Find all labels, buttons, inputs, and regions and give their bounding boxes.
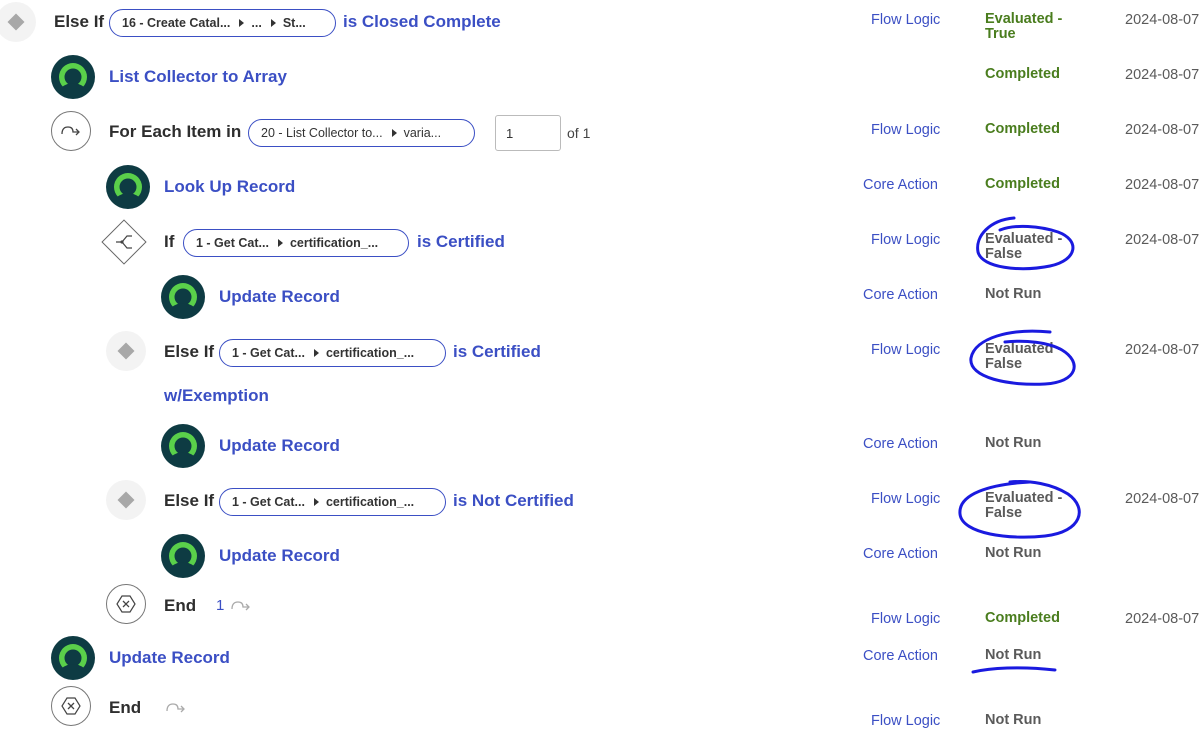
loop-icon <box>230 599 252 618</box>
step-type: Flow Logic <box>871 491 941 507</box>
step-type: Core Action <box>863 177 938 193</box>
step-type: Flow Logic <box>871 611 941 627</box>
caret-right-icon <box>313 498 319 506</box>
condition-data-pill[interactable]: 1 - Get Cat... certification_... <box>219 488 446 516</box>
user-circle-icon <box>161 534 205 578</box>
condition-text-continued: w/Exemption <box>164 386 269 405</box>
condition-text: is Closed Complete <box>343 12 501 31</box>
condition-text: is Certified <box>417 232 505 251</box>
annotation-underline <box>971 666 1057 674</box>
step-type: Flow Logic <box>871 122 941 138</box>
step-status: Not Run <box>985 435 1042 451</box>
step-name-link[interactable]: Update Record <box>219 546 340 566</box>
condition-text: is Certified <box>453 342 541 361</box>
condition-data-pill[interactable]: 1 - Get Cat... certification_... <box>183 229 409 257</box>
branch-icon <box>113 231 135 258</box>
user-circle-icon <box>161 424 205 468</box>
loop-data-pill[interactable]: 20 - List Collector to... varia... <box>248 119 475 147</box>
end-x-icon <box>51 686 91 726</box>
step-name-link[interactable]: Update Record <box>109 648 230 668</box>
step-status: Completed <box>985 66 1060 82</box>
user-circle-icon <box>51 55 95 99</box>
step-status: Evaluated - False <box>985 341 1063 372</box>
step-name-link[interactable]: Update Record <box>219 436 340 456</box>
step-date: 2024-08-07 <box>1125 67 1200 83</box>
if-label: If <box>164 232 175 251</box>
else-if-label: Else If <box>164 342 215 361</box>
loop-count: 1 <box>216 597 225 614</box>
condition-data-pill[interactable]: 1 - Get Cat... certification_... <box>219 339 446 367</box>
condition-text: is Not Certified <box>453 491 574 510</box>
else-if-diamond-icon <box>0 2 36 42</box>
step-date: 2024-08-07 <box>1125 611 1200 627</box>
loop-icon <box>51 111 91 151</box>
iteration-input[interactable] <box>495 115 561 151</box>
step-type: Core Action <box>863 287 938 303</box>
step-type: Core Action <box>863 546 938 562</box>
caret-right-icon <box>277 239 283 247</box>
caret-right-icon <box>391 129 397 137</box>
step-status: Not Run <box>985 712 1042 728</box>
step-status: Completed <box>985 176 1060 192</box>
step-type: Flow Logic <box>871 12 941 28</box>
step-date: 2024-08-07 <box>1125 342 1200 358</box>
step-status: Evaluated - False <box>985 231 1063 262</box>
user-circle-icon <box>161 275 205 319</box>
user-circle-icon <box>51 636 95 680</box>
loop-icon <box>165 701 187 720</box>
caret-right-icon <box>239 19 245 27</box>
step-type: Flow Logic <box>871 232 941 248</box>
step-status: Not Run <box>985 647 1042 663</box>
end-x-icon <box>106 584 146 624</box>
step-status: Evaluated - False <box>985 490 1063 521</box>
iteration-total: of 1 <box>567 125 591 141</box>
step-type: Core Action <box>863 436 938 452</box>
step-date: 2024-08-07 <box>1125 122 1200 138</box>
else-if-label: Else If <box>164 491 215 510</box>
condition-data-pill[interactable]: 16 - Create Catal...... St... <box>109 9 336 37</box>
step-date: 2024-08-07 <box>1125 491 1200 507</box>
else-if-diamond-icon <box>106 331 146 371</box>
step-date: 2024-08-07 <box>1125 12 1200 28</box>
step-date: 2024-08-07 <box>1125 177 1200 193</box>
step-name-link[interactable]: List Collector to Array <box>109 67 287 87</box>
caret-right-icon <box>313 349 319 357</box>
step-status: Not Run <box>985 545 1042 561</box>
step-type: Flow Logic <box>871 342 941 358</box>
step-status: Not Run <box>985 286 1042 302</box>
step-name-link[interactable]: Look Up Record <box>164 177 295 197</box>
step-status: Completed <box>985 121 1060 137</box>
step-name-link[interactable]: Update Record <box>219 287 340 307</box>
for-each-label: For Each Item in <box>109 122 242 141</box>
user-circle-icon <box>106 165 150 209</box>
step-date: 2024-08-07 <box>1125 232 1200 248</box>
else-if-label: Else If <box>54 12 105 31</box>
step-status: Completed <box>985 610 1060 626</box>
step-status: Evaluated - True <box>985 11 1063 42</box>
step-type: Core Action <box>863 648 938 664</box>
else-if-diamond-icon <box>106 480 146 520</box>
step-type: Flow Logic <box>871 713 941 729</box>
end-label: End <box>109 698 142 717</box>
caret-right-icon <box>270 19 276 27</box>
end-label: End <box>164 596 197 615</box>
